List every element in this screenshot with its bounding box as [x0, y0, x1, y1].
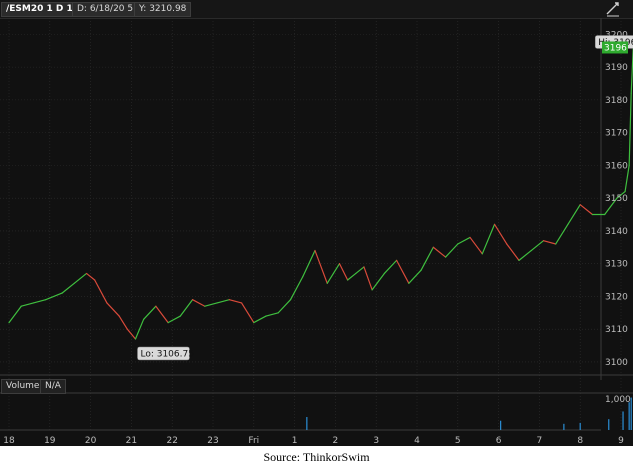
x-tick-label: 5	[455, 436, 461, 446]
price-segment	[32, 299, 47, 304]
cursor-y-readout: Y: 3210.98	[134, 2, 192, 17]
price-segment	[302, 249, 316, 278]
x-tick-label: 6	[496, 436, 502, 446]
x-tick-label: 1	[292, 436, 298, 446]
source-caption: Source: ThinkorSwim	[263, 450, 370, 464]
last-price-tag: 3196	[602, 41, 628, 54]
volume-value-readout: N/A	[40, 379, 66, 394]
price-segment	[493, 223, 508, 245]
price-segment	[408, 269, 422, 284]
volume-study-label[interactable]: Volume	[1, 379, 45, 394]
x-tick-label: 23	[207, 436, 218, 446]
price-segment	[457, 236, 471, 245]
price-segment	[481, 223, 496, 255]
price-segment	[204, 302, 218, 307]
chart-grid	[0, 18, 622, 430]
price-segment	[314, 249, 328, 284]
price-segment	[371, 272, 385, 291]
price-segment	[94, 279, 108, 304]
y-tick-label: 3110	[605, 325, 628, 335]
y-tick-label: 3140	[605, 227, 628, 237]
price-segment	[567, 204, 581, 225]
price-segment	[518, 249, 532, 261]
chart-header-bar: /ESM20 1 D 1m D: 6/18/20 5:58 PM Y: 3210…	[0, 0, 633, 19]
price-segment	[240, 302, 255, 324]
x-tick-label: 9	[618, 436, 624, 446]
y-tick-label: 3170	[605, 129, 628, 139]
price-segment	[355, 266, 365, 275]
time-axis: 18 19 20 21 22 23 Fri 1 2 3 4 5 6 7 8 9	[3, 436, 624, 446]
price-segment	[155, 305, 169, 324]
price-segment	[326, 263, 341, 284]
x-tick-label: 20	[85, 436, 97, 446]
price-chart[interactable]: 3100311031203130314031503160317031803190…	[0, 18, 633, 446]
price-segment	[277, 299, 292, 314]
price-segment	[444, 243, 459, 258]
x-tick-label: 2	[333, 436, 339, 446]
price-segment	[338, 263, 349, 281]
price-axis: 3100 3110 3120 3130 3140 3150 3160 3170 3180 3190…	[605, 30, 628, 368]
y-tick-label: 3130	[605, 260, 628, 270]
price-segment	[8, 305, 22, 324]
price-segment	[628, 92, 632, 166]
volume-series	[306, 397, 632, 430]
price-segment	[253, 315, 267, 324]
price-segment	[216, 299, 230, 304]
price-segment	[20, 302, 35, 307]
x-tick-label: 7	[537, 436, 543, 446]
price-segment	[420, 246, 434, 271]
chart-window: /ESM20 1 D 1m D: 6/18/20 5:58 PM Y: 3210…	[0, 0, 633, 446]
y-tick-label: 3120	[605, 292, 628, 302]
price-segment	[192, 299, 206, 307]
price-segment	[134, 318, 145, 340]
price-segment	[73, 272, 88, 284]
price-segment	[506, 243, 520, 261]
x-tick-label: 19	[44, 436, 56, 446]
y-tick-label: 3100	[605, 358, 628, 368]
x-tick-label: 4	[414, 436, 420, 446]
price-segment	[383, 259, 398, 275]
y-tick-label: 3150	[605, 194, 628, 204]
low-annotation: Lo: 3106.75	[137, 346, 194, 361]
pencil-draw-icon[interactable]	[605, 1, 621, 17]
x-tick-label: 22	[166, 436, 177, 446]
price-segment	[143, 305, 157, 320]
x-tick-label: 3	[373, 436, 379, 446]
price-segment	[118, 315, 128, 330]
price-segment	[579, 204, 594, 216]
price-segment	[555, 223, 569, 245]
price-segment	[228, 299, 243, 304]
y-tick-label: 3190	[605, 63, 628, 73]
price-segment	[363, 266, 373, 291]
x-tick-label: 8	[577, 436, 583, 446]
y-tick-label: 3180	[605, 96, 628, 106]
volume-axis-tick: 1,000	[605, 395, 631, 405]
price-segment	[179, 299, 194, 317]
x-tick-label: 21	[126, 436, 137, 446]
low-label: Lo: 3106.75	[140, 349, 193, 359]
y-tick-label: 3160	[605, 161, 628, 171]
price-segment	[432, 246, 447, 258]
price-segment	[61, 282, 75, 294]
price-segment	[167, 315, 181, 324]
x-tick-label: Fri	[248, 436, 259, 446]
price-segment	[347, 272, 357, 281]
price-segment	[469, 236, 483, 255]
price-segment	[106, 302, 120, 317]
price-series	[8, 46, 633, 340]
price-segment	[265, 312, 279, 317]
price-segment	[542, 240, 557, 245]
last-price-label: 3196	[604, 43, 627, 53]
price-segment	[530, 240, 545, 252]
x-tick-label: 18	[3, 436, 15, 446]
